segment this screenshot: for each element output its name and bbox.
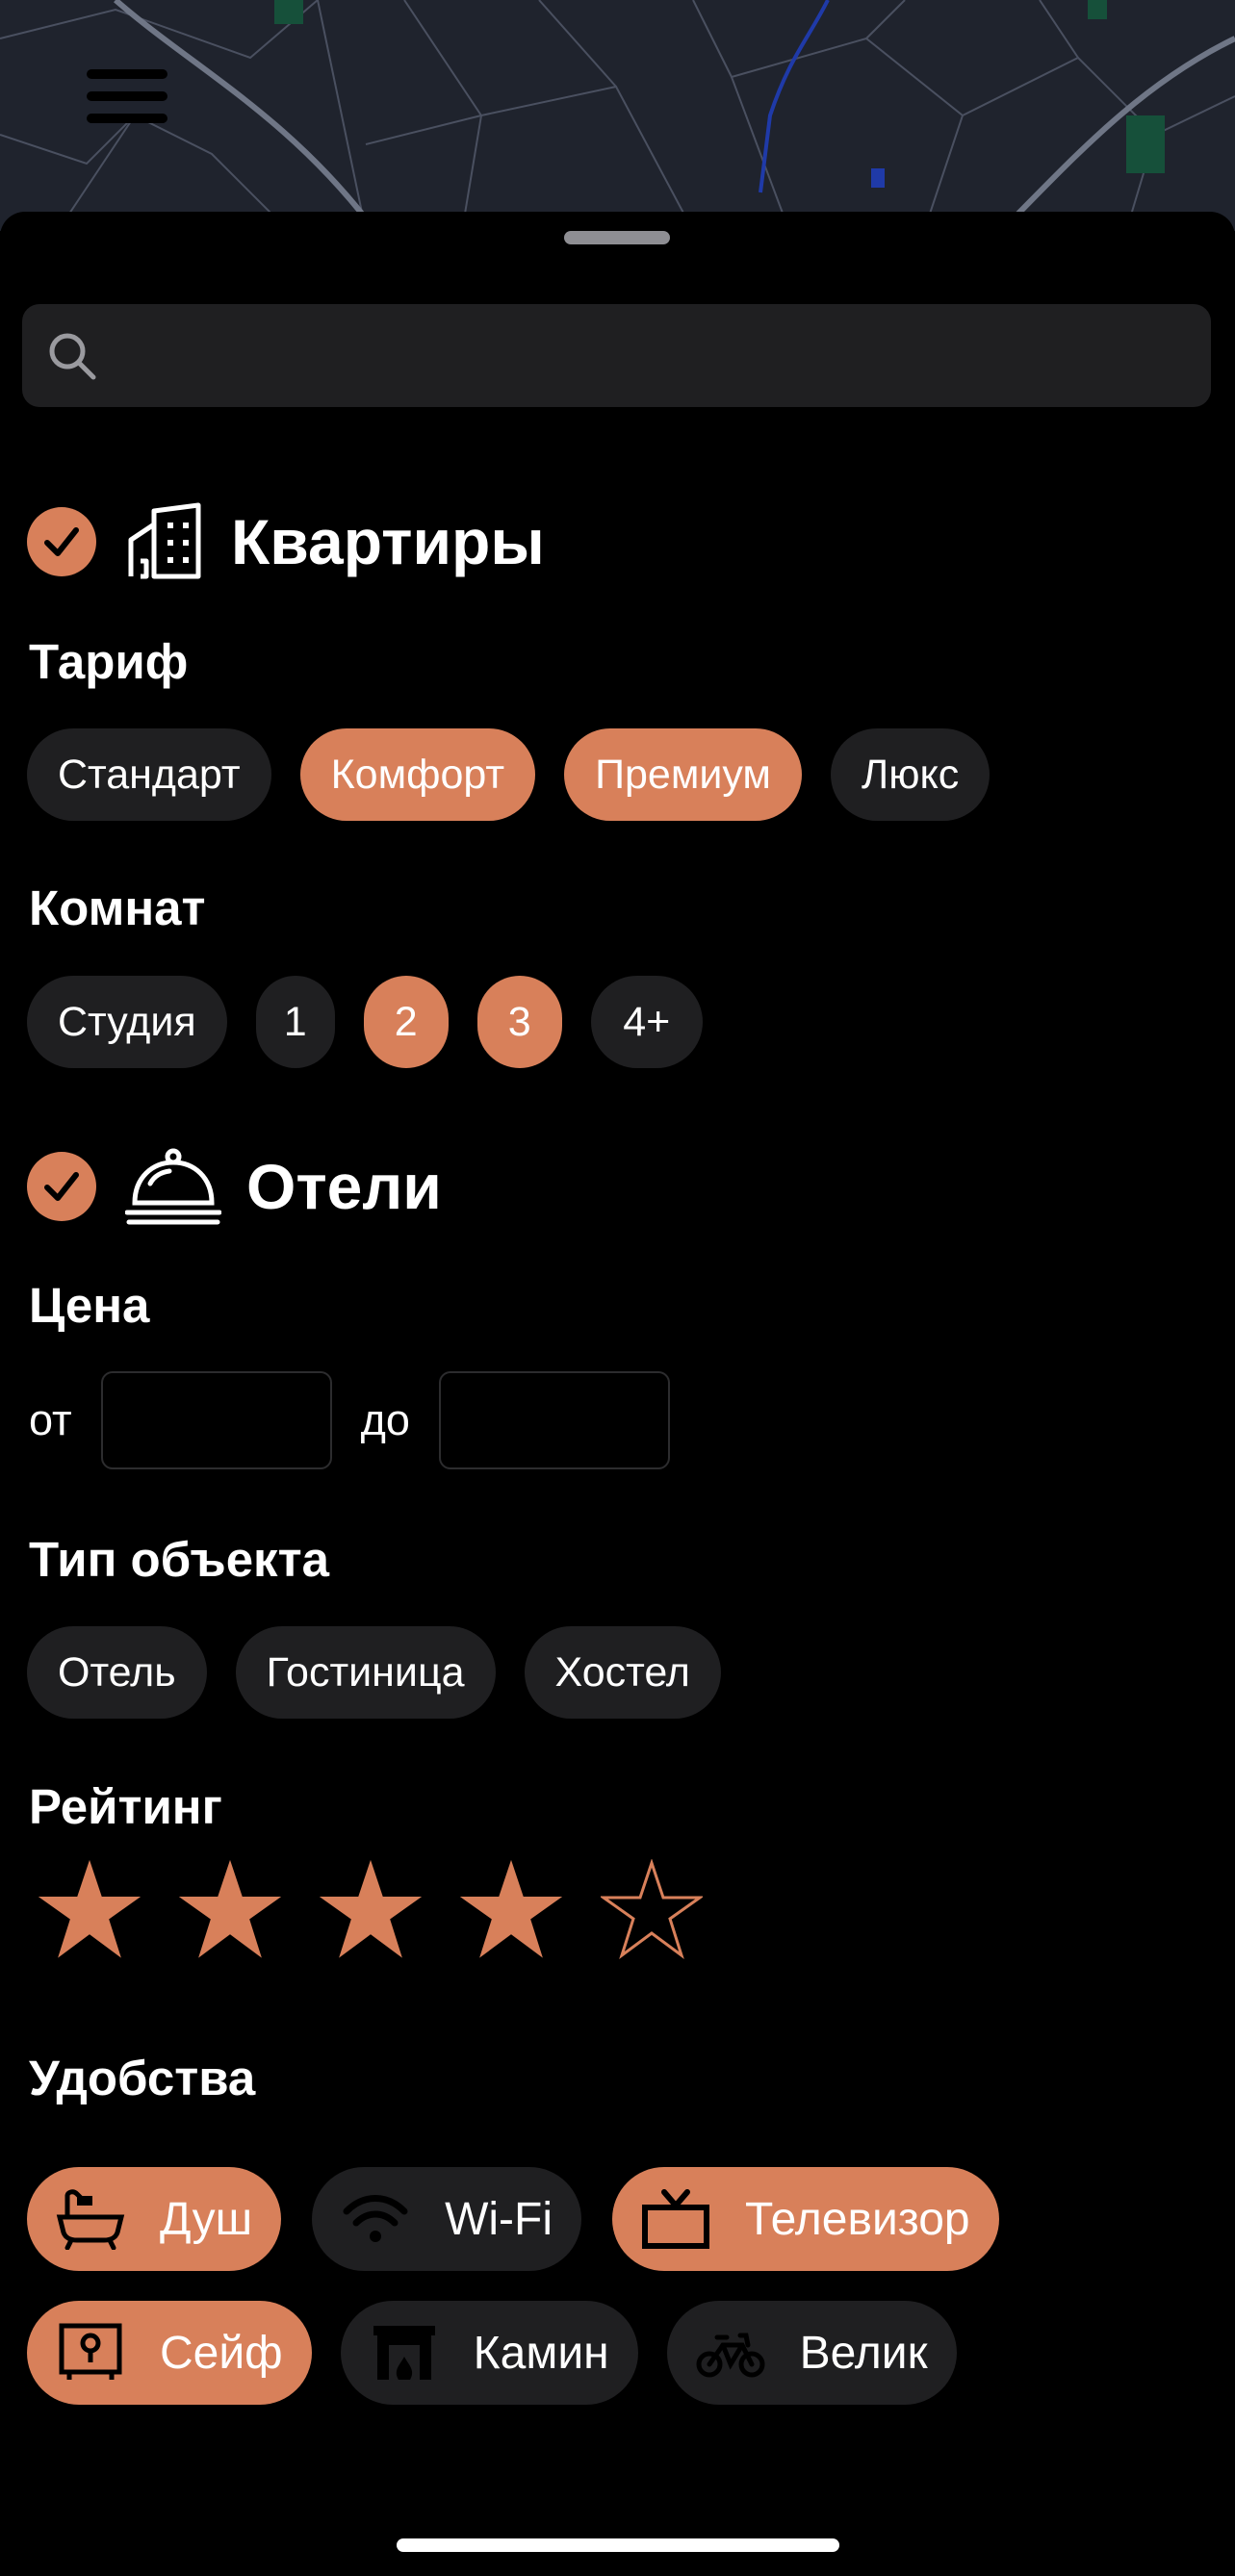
apartments-title: Квартиры <box>231 506 545 577</box>
price-label: Цена <box>29 1278 150 1333</box>
amenity-wifi[interactable]: Wi-Fi <box>312 2167 582 2271</box>
type-chip-hostel[interactable]: Хостел <box>524 1626 721 1719</box>
rooms-chip-1[interactable]: 1 <box>255 976 335 1068</box>
search-input[interactable] <box>99 304 1200 409</box>
wifi-icon <box>341 2190 410 2248</box>
star-filled-icon[interactable] <box>460 1859 562 1961</box>
type-chip-hotel[interactable]: Отель <box>27 1626 207 1719</box>
amenity-label: Wi-Fi <box>445 2193 553 2245</box>
hotels-header: Отели <box>27 1143 442 1230</box>
building-icon <box>128 502 201 579</box>
amenities-row-2: Сейф Камин Велик <box>27 2301 957 2405</box>
amenity-safe[interactable]: Сейф <box>27 2301 312 2405</box>
rating-label: Рейтинг <box>29 1779 222 1834</box>
tariff-chip-comfort[interactable]: Комфорт <box>299 728 536 821</box>
hotels-title: Отели <box>246 1151 442 1222</box>
price-from-input[interactable] <box>100 1371 332 1469</box>
star-filled-icon[interactable] <box>39 1859 141 1961</box>
hamburger-icon-line <box>87 114 167 123</box>
price-range: от до <box>29 1371 699 1469</box>
amenity-label: Камин <box>473 2327 609 2379</box>
star-empty-icon[interactable] <box>601 1859 703 1961</box>
home-indicator[interactable] <box>397 2538 839 2552</box>
rooms-chip-studio[interactable]: Студия <box>27 976 227 1068</box>
amenity-tv[interactable]: Телевизор <box>612 2167 999 2271</box>
tariff-chip-standard[interactable]: Стандарт <box>27 728 271 821</box>
rooms-options: Студия 1 2 3 4+ <box>27 976 703 1068</box>
price-to-label: до <box>360 1395 410 1444</box>
amenity-label: Велик <box>799 2327 928 2379</box>
star-filled-icon[interactable] <box>179 1859 281 1961</box>
amenity-bicycle[interactable]: Велик <box>666 2301 957 2405</box>
object-type-options: Отель Гостиница Хостел <box>27 1626 721 1719</box>
rooms-label: Комнат <box>29 880 206 935</box>
checkmark-icon <box>44 527 79 556</box>
rooms-chip-4plus[interactable]: 4+ <box>590 976 703 1068</box>
amenities-row-1: Душ Wi-Fi Телевизор <box>27 2167 999 2271</box>
price-to-input[interactable] <box>438 1371 670 1469</box>
amenity-label: Душ <box>160 2193 253 2245</box>
sheet-drag-handle[interactable] <box>564 231 670 244</box>
rating-stars <box>39 1859 703 1961</box>
fireplace-icon <box>370 2324 439 2382</box>
amenity-fireplace[interactable]: Камин <box>340 2301 638 2405</box>
tariff-label: Тариф <box>29 634 189 689</box>
star-filled-icon[interactable] <box>320 1859 422 1961</box>
map-background[interactable] <box>0 0 1235 231</box>
apartments-header: Квартиры <box>27 498 545 585</box>
tariff-chip-lux[interactable]: Люкс <box>831 728 991 821</box>
rooms-chip-3[interactable]: 3 <box>476 976 562 1068</box>
amenity-shower[interactable]: Душ <box>27 2167 282 2271</box>
search-icon <box>49 333 96 380</box>
cloche-icon <box>125 1148 221 1225</box>
hotels-checkbox[interactable] <box>27 1152 96 1221</box>
bicycle-icon <box>696 2324 765 2382</box>
safe-icon <box>56 2323 125 2382</box>
hamburger-icon <box>87 69 167 79</box>
amenity-label: Телевизор <box>745 2193 970 2245</box>
hamburger-icon-line <box>87 91 167 101</box>
amenities-label: Удобства <box>29 2051 256 2105</box>
type-chip-guesthouse[interactable]: Гостиница <box>235 1626 496 1719</box>
map-roads <box>0 0 1235 231</box>
menu-button[interactable] <box>87 69 173 137</box>
search-bar[interactable] <box>22 304 1211 409</box>
price-from-label: от <box>29 1395 72 1444</box>
checkmark-icon <box>44 1172 79 1201</box>
amenity-label: Сейф <box>160 2327 283 2379</box>
tariff-options: Стандарт Комфорт Премиум Люкс <box>27 728 991 821</box>
rooms-chip-2[interactable]: 2 <box>363 976 449 1068</box>
tv-icon <box>641 2189 710 2249</box>
bathtub-icon <box>56 2189 125 2250</box>
apartments-checkbox[interactable] <box>27 507 96 576</box>
tariff-chip-premium[interactable]: Премиум <box>564 728 802 821</box>
object-type-label: Тип объекта <box>29 1532 329 1587</box>
